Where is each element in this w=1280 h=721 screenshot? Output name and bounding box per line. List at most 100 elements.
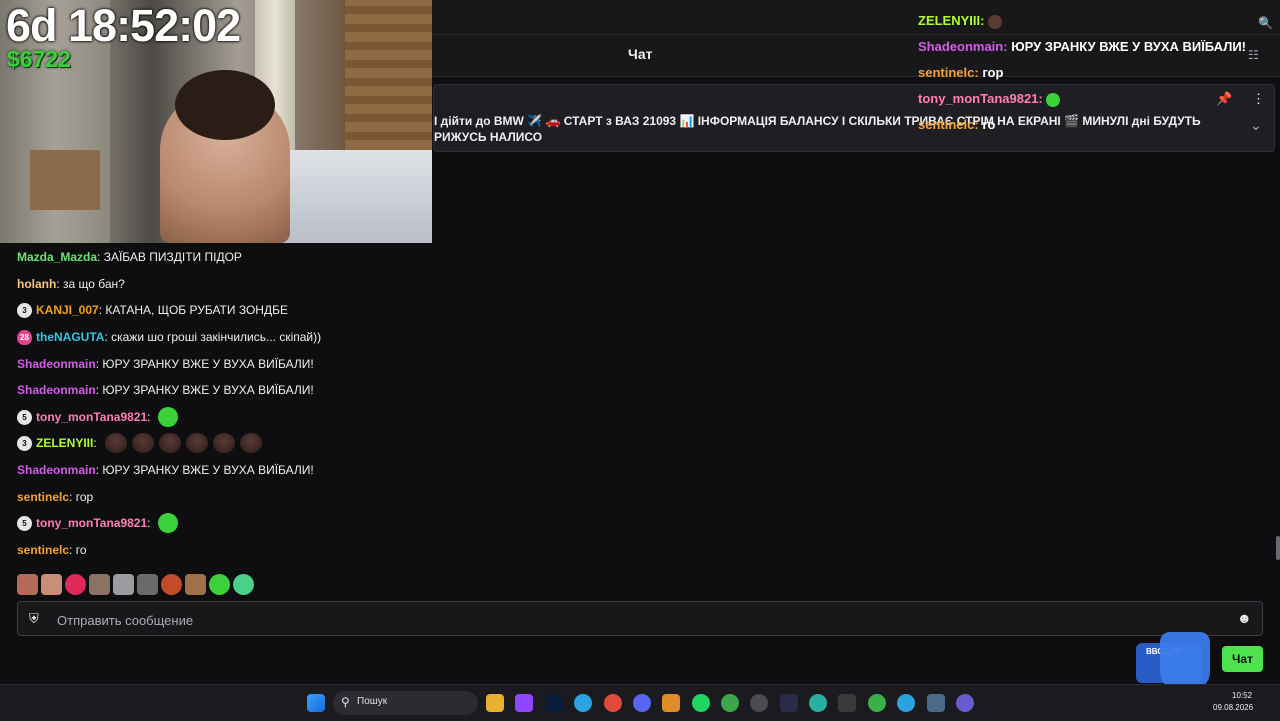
search-label: Пошук [357,696,388,707]
overlay-username: tony_monTana9821: [918,91,1043,106]
spotify-icon[interactable] [692,694,710,712]
overlay-text: гор [982,65,1004,80]
chat-send-button[interactable]: Чат [1222,646,1263,672]
chat-username[interactable]: theNAGUTA [36,330,104,344]
emote[interactable] [161,574,182,595]
chat-input[interactable] [55,610,1209,630]
chat-text: КАТАНА, ЩОБ РУБАТИ ЗОНДБЕ [105,303,288,317]
chat-separator: : [147,410,154,424]
emote[interactable] [113,574,134,595]
chat-text: ЮРУ ЗРАНКУ ВЖЕ У ВУХА ВИЇБАЛИ! [102,357,314,371]
stream-timer: 6d 18:52:02 [6,0,241,51]
chat-username[interactable]: Shadeonmain [17,357,96,371]
chat-separator: : [69,490,76,504]
file-explorer-icon[interactable] [486,694,504,712]
overlay-text: ЮРУ ЗРАНКУ ВЖЕ У ВУХА ВИЇБАЛИ! [1011,39,1246,54]
emote-icon[interactable] [105,433,128,453]
davinci-icon[interactable] [780,694,798,712]
chrome-icon[interactable] [604,694,622,712]
emoji-icon[interactable]: ☻ [1237,610,1252,626]
webcam-hair [175,70,275,140]
chat-text: скажи шо гроші закінчились... скіпай)) [111,330,322,344]
cat-mascot-icon [1160,632,1210,690]
emote-icon[interactable] [240,433,263,453]
chat-username[interactable]: sentinelc [17,490,69,504]
search-icon: ⚲ [341,695,350,709]
chat-separator: : [93,436,101,450]
overlay-text: го [982,117,996,132]
chat-separator: : [56,277,63,291]
edge-icon[interactable] [809,694,827,712]
telegram-alt-icon[interactable] [897,694,915,712]
photoshop-icon[interactable] [545,694,563,712]
chat-username[interactable]: ZELENYIII [36,436,93,450]
chat-message: Shadeonmain: ЮРУ ЗРАНКУ ВЖЕ У ВУХА ВИЇБА… [17,380,314,400]
scrollbar-thumb[interactable] [1276,536,1280,560]
sub-badge-icon[interactable]: 3 [17,302,32,318]
obs-icon[interactable] [750,694,768,712]
webcam-video: 6d 18:52:02 $6722 [0,0,432,243]
chat-message: sentinelc: го [17,540,87,560]
chat-username[interactable]: sentinelc [17,543,69,557]
sub-badge-icon[interactable]: 3 [17,435,32,451]
chat-message: 28 theNAGUTA: скажи шо гроші закінчились.… [17,327,321,347]
overlay-chat-line: sentinelc: го [918,117,996,132]
emote[interactable] [185,574,206,595]
emote[interactable] [65,574,86,595]
shield-icon[interactable]: ⛨ [29,611,39,627]
chat-username[interactable]: Mazda_Mazda [17,250,97,264]
emote-bar [17,574,254,596]
chat-separator: : [95,357,103,371]
clock-date: 09.08.2026 [1213,703,1254,712]
chat-overlay: ZELENYIII: Shadeonmain: ЮРУ ЗРАНКУ ВЖЕ У… [918,0,1280,140]
overlay-username: ZELENYIII: [918,13,985,28]
emote[interactable] [41,574,62,595]
windows-start-icon[interactable] [307,694,325,712]
emote[interactable] [17,574,38,595]
discord-icon[interactable] [633,694,651,712]
chat-username[interactable]: KANJI_007 [36,303,99,317]
chat-separator: : [147,516,154,530]
emote-icon[interactable] [186,433,209,453]
chat-username[interactable]: Shadeonmain [17,383,96,397]
chat-message: 3 ZELENYIII: [17,433,263,453]
chat-separator: : [97,250,104,264]
emote-icon[interactable] [213,433,236,453]
chat-username[interactable]: tony_monTana9821 [36,516,147,530]
sub-badge-icon[interactable]: 28 [17,329,32,345]
chat-separator: : [98,303,106,317]
chat-username[interactable]: holanh [17,277,56,291]
emote[interactable] [89,574,110,595]
fl-studio-icon[interactable] [662,694,680,712]
terminal-icon[interactable] [838,694,856,712]
emote-icon[interactable] [132,433,155,453]
chat-separator: : [95,383,103,397]
overlay-chat-line: ZELENYIII: [918,13,1003,29]
emote[interactable] [137,574,158,595]
emote[interactable] [209,574,230,595]
emote-icon[interactable] [159,433,182,453]
chrome-alt-icon[interactable] [868,694,886,712]
chat-message: Shadeonmain: ЮРУ ЗРАНКУ ВЖЕ У ВУХА ВИЇБА… [17,354,314,374]
emote-icon [1046,92,1061,107]
calculator-icon[interactable] [927,694,945,712]
emote[interactable] [233,574,254,595]
sub-badge-icon[interactable]: 5 [17,515,32,531]
chat-username[interactable]: tony_monTana9821 [36,410,147,424]
chrome-profile-icon[interactable] [721,694,739,712]
chat-username[interactable]: Shadeonmain [17,463,96,477]
emote-icon[interactable] [157,513,178,533]
chat-title: Чат [628,46,653,62]
telegram-icon[interactable] [574,694,592,712]
balance-counter: $6722 [7,46,71,72]
sub-badge-icon[interactable]: 5 [17,409,32,425]
taskbar: ⚲ Пошук 10:52 09.08.2026 [0,684,1280,721]
overlay-chat-line: sentinelc: гор [918,65,1003,80]
media-player-icon[interactable] [956,694,974,712]
twitch-icon[interactable] [515,694,533,712]
chat-message: Shadeonmain: ЮРУ ЗРАНКУ ВЖЕ У ВУХА ВИЇБА… [17,460,314,480]
taskbar-search[interactable]: ⚲ Пошук [333,691,478,715]
emote-icon[interactable] [157,407,178,427]
webcam-wood-wall [345,0,432,150]
chat-message: sentinelc: гор [17,487,93,507]
